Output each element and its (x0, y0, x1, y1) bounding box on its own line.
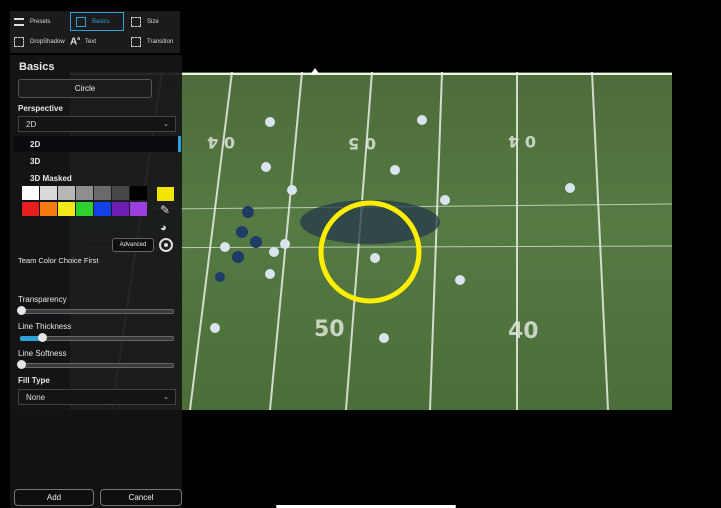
chevron-down-icon: ⌄ (163, 121, 169, 128)
option-2d-label: 2D (30, 140, 41, 149)
tab-text-label: Text (85, 39, 97, 45)
color-swatch[interactable] (76, 202, 93, 216)
tab-dropshadow-label: DropShadow (30, 39, 65, 45)
tab-transition[interactable]: Transition (131, 33, 173, 51)
size-icon (131, 17, 141, 27)
cancel-button-label: Cancel (128, 493, 154, 502)
line-softness-slider[interactable] (20, 363, 174, 368)
line-thickness-label: Line Thickness (18, 322, 72, 331)
tab-text[interactable]: Aa Text (70, 33, 96, 51)
color-swatch[interactable] (76, 186, 93, 200)
team-color-label: Team Color Choice First (18, 256, 99, 265)
option-3d-label: 3D (30, 157, 41, 166)
shape-button-label: Circle (74, 84, 96, 93)
perspective-select[interactable]: 2D ⌄ (18, 116, 176, 132)
shape-circle-button[interactable]: Circle (18, 79, 152, 98)
cancel-button[interactable]: Cancel (100, 489, 182, 506)
perspective-option-3d-masked[interactable]: 3D Masked (14, 170, 178, 186)
color-swatch[interactable] (22, 186, 39, 200)
line-softness-thumb[interactable] (17, 360, 26, 369)
tab-basics-label: Basics (92, 18, 110, 25)
panel-title: Basics (19, 61, 55, 73)
palette-icon[interactable]: ◕ (160, 222, 167, 234)
transition-icon (131, 37, 141, 47)
svg-text:40: 40 (508, 319, 539, 344)
advanced-button[interactable]: Advanced (112, 238, 154, 252)
tab-basics[interactable]: Basics (70, 12, 124, 31)
target-color-icon[interactable] (159, 238, 173, 252)
tab-dropshadow[interactable]: DropShadow (14, 33, 65, 51)
perspective-option-2d[interactable]: 2D (14, 136, 178, 152)
option-3d-masked-label: 3D Masked (30, 174, 72, 183)
dropshadow-icon (14, 37, 24, 47)
top-black-area (182, 0, 721, 72)
fill-type-select[interactable]: None ⌄ (18, 389, 176, 405)
chevron-down-icon: ⌄ (163, 394, 169, 401)
top-handle (310, 68, 320, 75)
color-swatch[interactable] (58, 202, 75, 216)
transparency-label: Transparency (18, 295, 67, 304)
text-icon: Aa (70, 36, 81, 48)
svg-text:0 5: 0 5 (348, 134, 376, 153)
line-thickness-thumb[interactable] (38, 333, 47, 342)
svg-text:0 4: 0 4 (207, 133, 235, 152)
tab-size-label: Size (147, 19, 159, 25)
color-swatch[interactable] (40, 202, 57, 216)
eyedropper-icon[interactable]: ✎ (160, 203, 170, 217)
color-swatch[interactable] (112, 202, 129, 216)
color-swatch[interactable] (40, 186, 57, 200)
scrollbar[interactable] (178, 136, 181, 152)
line-softness-label: Line Softness (18, 349, 67, 358)
perspective-value: 2D (26, 119, 37, 129)
sliders-icon (14, 18, 24, 26)
color-swatch[interactable] (130, 186, 147, 200)
transparency-slider[interactable] (20, 309, 174, 314)
add-button[interactable]: Add (14, 489, 94, 506)
color-swatch[interactable] (94, 202, 111, 216)
tab-size[interactable]: Size (131, 13, 159, 31)
tab-presets-label: Presets (30, 19, 51, 25)
fill-type-value: None (26, 392, 46, 402)
color-swatch[interactable] (94, 186, 111, 200)
color-swatch[interactable] (58, 186, 75, 200)
selected-color-swatch[interactable] (157, 187, 174, 201)
color-swatch[interactable] (22, 202, 39, 216)
perspective-label: Perspective (18, 104, 63, 113)
add-button-label: Add (46, 493, 62, 502)
svg-text:0 4: 0 4 (508, 132, 536, 151)
perspective-option-3d[interactable]: 3D (14, 153, 178, 169)
fill-type-label: Fill Type (18, 376, 50, 385)
tab-presets[interactable]: Presets (14, 13, 50, 31)
svg-text:50: 50 (314, 317, 345, 342)
color-swatch[interactable] (112, 186, 129, 200)
advanced-label: Advanced (119, 242, 147, 248)
basics-icon (76, 16, 86, 27)
transparency-thumb[interactable] (17, 306, 26, 315)
tool-tabs: Presets Basics Size DropShadow Aa Text T… (10, 11, 180, 53)
color-swatch[interactable] (130, 202, 147, 216)
tab-transition-label: Transition (147, 39, 174, 45)
